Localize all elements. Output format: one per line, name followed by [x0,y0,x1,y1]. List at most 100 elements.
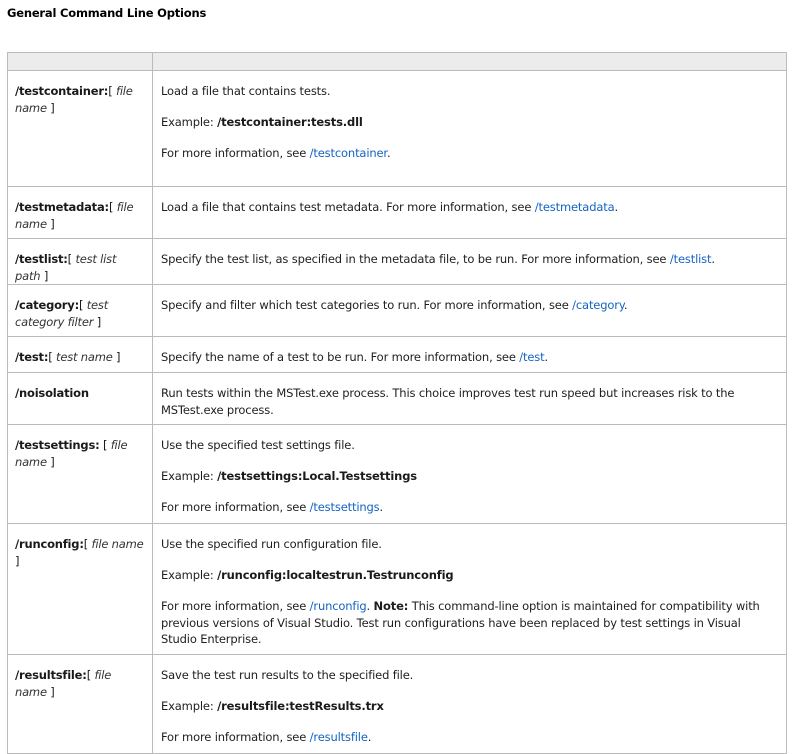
description-text: Use the specified test settings file. [161,438,355,452]
option-argument: file name [91,537,144,551]
description-cell: Specify the test list, as specified in t… [152,238,787,285]
description-cell: Run tests within the MSTest.exe process.… [152,372,787,425]
link-testsettings[interactable]: /testsettings [310,500,380,514]
description-text: Run tests within the MSTest.exe process.… [161,386,735,417]
example-label: Example: [161,469,218,483]
arg-open-bracket: [ [99,438,108,452]
example-line: Example: /testsettings:Local.Testsetting… [161,468,778,485]
option-name: /runconfig: [15,537,84,551]
table-row: /noisolation Run tests within the MSTest… [7,372,787,425]
table-row: /testcontainer:[ file name ] Load a file… [7,70,787,187]
table-row: /resultsfile:[ file name ] Save the test… [7,654,787,754]
info-suffix: . [379,500,384,514]
link-category[interactable]: /category [572,298,624,312]
arg-close-bracket: ] [116,350,121,364]
arg-open-bracket: [ [108,84,113,98]
option-argument: test name [56,350,113,364]
description-suffix: . [614,200,619,214]
option-name: /resultsfile: [15,668,87,682]
description-text: Specify the name of a test to be run. Fo… [161,350,520,364]
arg-close-bracket: ] [15,553,20,568]
table-row: /testsettings: [ file name ] Use the spe… [7,424,787,524]
command-line-options-table: /testcontainer:[ file name ] Load a file… [7,52,787,754]
option-name: /testcontainer: [15,84,109,98]
arg-close-bracket: ] [43,268,49,283]
option-cell: /testcontainer:[ file name ] [7,70,153,187]
header-cell-description [152,52,787,71]
arg-close-bracket: ] [50,216,55,231]
info-line: For more information, see /testsettings. [161,499,778,516]
example-label: Example: [161,699,218,713]
info-line: For more information, see /runconfig. No… [161,598,778,648]
example-label: Example: [161,115,218,129]
info-prefix: For more information, see [161,146,310,160]
option-cell: /testlist:[ test list path ] [7,238,153,285]
note-label: Note: [373,599,409,613]
description-cell: Specify and filter which test categories… [152,284,787,337]
description-text: Specify the test list, as specified in t… [161,252,670,266]
example-value: /testsettings:Local.Testsettings [217,469,417,483]
info-line: For more information, see /resultsfile. [161,729,778,746]
arg-open-bracket: [ [78,298,84,312]
description-suffix: . [623,298,628,312]
info-suffix: . [367,730,372,744]
arg-close-bracket: ] [50,454,55,469]
info-suffix: . [366,599,374,613]
option-name: /noisolation [15,386,89,400]
arg-open-bracket: [ [108,200,114,214]
description-cell: Specify the name of a test to be run. Fo… [152,336,787,373]
option-name: /testmetadata: [15,200,109,214]
example-label: Example: [161,568,218,582]
example-value: /runconfig:localtestrun.Testrunconfig [217,568,454,582]
link-testlist[interactable]: /testlist [670,252,712,266]
description-text: Use the specified run configuration file… [161,537,382,551]
description-suffix: . [711,252,715,266]
example-value: /resultsfile:testResults.trx [217,699,384,713]
description-cell: Load a file that contains test metadata.… [152,186,787,239]
table-header-row [7,52,787,71]
arg-open-bracket: [ [48,350,53,364]
description-line: Load a file that contains test metadata.… [161,199,778,216]
option-name: /test: [15,350,49,364]
link-testmetadata[interactable]: /testmetadata [535,200,615,214]
option-cell: /test:[ test name ] [7,336,153,373]
link-resultsfile[interactable]: /resultsfile [310,730,368,744]
info-prefix: For more information, see [161,500,310,514]
option-name: /testlist: [15,252,68,266]
description-text: Specify and filter which test categories… [161,298,573,312]
page-title: General Command Line Options [7,6,207,20]
arg-open-bracket: [ [67,252,73,266]
option-cell: /noisolation [7,372,153,425]
description-cell: Save the test run results to the specifi… [152,654,787,754]
info-suffix: . [386,146,391,160]
option-cell: /testmetadata:[ file name ] [7,186,153,239]
option-cell: /runconfig:[ file name ] [7,523,153,655]
option-cell: /testsettings: [ file name ] [7,424,153,524]
description-line: Specify the name of a test to be run. Fo… [161,349,778,366]
info-line: For more information, see /testcontainer… [161,145,778,162]
arg-open-bracket: [ [83,537,89,551]
link-runconfig[interactable]: /runconfig [310,599,367,613]
description-text: Save the test run results to the specifi… [161,668,414,682]
arg-close-bracket: ] [50,100,55,115]
table-row: /category:[ test category filter ] Speci… [7,284,787,337]
description-cell: Use the specified test settings file. Ex… [152,424,787,524]
description-suffix: . [544,350,549,364]
example-line: Example: /runconfig:localtestrun.Testrun… [161,567,778,584]
info-prefix: For more information, see [161,599,310,613]
option-cell: /resultsfile:[ file name ] [7,654,153,754]
option-cell: /category:[ test category filter ] [7,284,153,337]
description-line: Specify and filter which test categories… [161,297,778,314]
description-text: Load a file that contains test metadata.… [161,200,535,214]
example-line: Example: /resultsfile:testResults.trx [161,698,778,715]
link-test[interactable]: /test [519,350,544,364]
table-row: /test:[ test name ] Specify the name of … [7,336,787,373]
table-row: /testlist:[ test list path ] Specify the… [7,238,787,285]
table-row: /testmetadata:[ file name ] Load a file … [7,186,787,239]
description-line: Specify the test list, as specified in t… [161,251,778,268]
description-cell: Load a file that contains tests. Example… [152,70,787,187]
description-cell: Use the specified run configuration file… [152,523,787,655]
example-line: Example: /testcontainer:tests.dll [161,114,778,131]
link-testcontainer[interactable]: /testcontainer [310,146,387,160]
table-row: /runconfig:[ file name ] Use the specifi… [7,523,787,655]
